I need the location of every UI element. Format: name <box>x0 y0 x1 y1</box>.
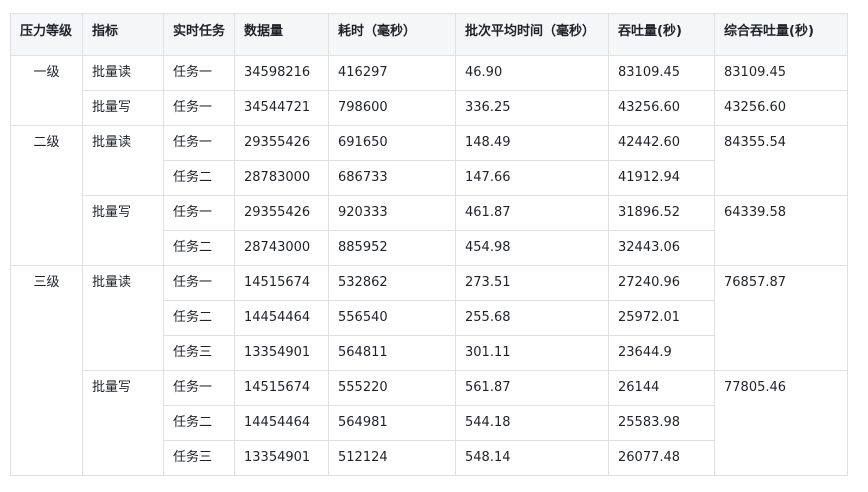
throughput-cell: 27240.96 <box>608 265 715 301</box>
data-size-cell: 28743000 <box>234 230 329 266</box>
throughput-cell: 41912.94 <box>608 160 715 196</box>
data-size-cell: 29355426 <box>234 195 329 231</box>
elapsed-cell: 691650 <box>328 125 456 161</box>
task-cell: 任务一 <box>163 370 235 406</box>
elapsed-cell: 885952 <box>328 230 456 266</box>
avg-time-cell: 273.51 <box>455 265 609 301</box>
elapsed-cell: 556540 <box>328 300 456 336</box>
combined-throughput-cell: 76857.87 <box>714 265 848 371</box>
table-row: 二级 批量读 任务一 29355426 691650 148.49 42442.… <box>10 125 848 266</box>
header-data-size: 数据量 <box>234 13 329 56</box>
task-cell: 任务一 <box>163 195 235 231</box>
data-size-cell: 13354901 <box>234 440 329 476</box>
task-cell: 任务二 <box>163 300 235 336</box>
throughput-cell: 43256.60 <box>608 90 715 126</box>
header-combined-throughput: 综合吞吐量(秒) <box>714 13 848 56</box>
metric-cell: 批量读 <box>82 55 164 91</box>
task-cell: 任务二 <box>163 160 235 196</box>
throughput-cell: 25972.01 <box>608 300 715 336</box>
avg-time-cell: 548.14 <box>455 440 609 476</box>
data-size-cell: 14515674 <box>234 265 329 301</box>
elapsed-cell: 564981 <box>328 405 456 441</box>
elapsed-cell: 512124 <box>328 440 456 476</box>
level-cell: 三级 <box>10 265 83 476</box>
avg-time-cell: 336.25 <box>455 90 609 126</box>
elapsed-cell: 555220 <box>328 370 456 406</box>
metric-cell: 批量读 <box>82 265 164 371</box>
avg-time-cell: 454.98 <box>455 230 609 266</box>
data-size-cell: 14515674 <box>234 370 329 406</box>
task-cell: 任务一 <box>163 55 235 91</box>
elapsed-cell: 532862 <box>328 265 456 301</box>
metric-cell: 批量写 <box>82 90 164 126</box>
table-row: 一级 批量读 任务一 34598216 416297 46.90 83109.4… <box>10 55 848 126</box>
throughput-cell: 23644.9 <box>608 335 715 371</box>
throughput-cell: 83109.45 <box>608 55 715 91</box>
data-size-cell: 29355426 <box>234 125 329 161</box>
table-row: 批量写 任务一 29355426 920333 461.87 31896.52 … <box>11 195 848 266</box>
data-size-cell: 28783000 <box>234 160 329 196</box>
combined-throughput-cell: 77805.46 <box>714 370 848 476</box>
task-cell: 任务一 <box>163 90 235 126</box>
data-size-cell: 34598216 <box>234 55 329 91</box>
avg-time-cell: 561.87 <box>455 370 609 406</box>
metric-cell: 批量读 <box>82 125 164 196</box>
task-cell: 任务三 <box>163 440 235 476</box>
header-metric: 指标 <box>82 13 164 56</box>
table-row: 批量写 任务一 34544721 798600 336.25 43256.60 … <box>11 90 848 126</box>
elapsed-cell: 920333 <box>328 195 456 231</box>
header-throughput: 吞吐量(秒) <box>608 13 715 56</box>
data-size-cell: 13354901 <box>234 335 329 371</box>
metric-cell: 批量写 <box>82 195 164 266</box>
elapsed-cell: 798600 <box>328 90 456 126</box>
task-cell: 任务三 <box>163 335 235 371</box>
level-cell: 二级 <box>10 125 83 266</box>
elapsed-cell: 416297 <box>328 55 456 91</box>
avg-time-cell: 147.66 <box>455 160 609 196</box>
table-row: 批量写 任务一 14515674 555220 561.87 26144 778… <box>11 370 848 476</box>
avg-time-cell: 301.11 <box>455 335 609 371</box>
combined-throughput-cell: 84355.54 <box>714 125 848 196</box>
table-container: 压力等级 指标 实时任务 数据量 耗时（毫秒） 批次平均时间（毫秒） 吞吐量(秒… <box>10 13 848 476</box>
metric-cell: 批量写 <box>82 370 164 476</box>
data-size-cell: 34544721 <box>234 90 329 126</box>
throughput-cell: 26144 <box>608 370 715 406</box>
avg-time-cell: 461.87 <box>455 195 609 231</box>
elapsed-cell: 564811 <box>328 335 456 371</box>
task-cell: 任务一 <box>163 265 235 301</box>
throughput-cell: 42442.60 <box>608 125 715 161</box>
combined-throughput-cell: 64339.58 <box>714 195 848 266</box>
avg-time-cell: 544.18 <box>455 405 609 441</box>
level-cell: 一级 <box>10 55 83 126</box>
table-row: 三级 批量读 任务一 14515674 532862 273.51 27240.… <box>10 265 848 476</box>
avg-time-cell: 255.68 <box>455 300 609 336</box>
header-row: 压力等级 指标 实时任务 数据量 耗时（毫秒） 批次平均时间（毫秒） 吞吐量(秒… <box>10 13 848 56</box>
task-cell: 任务二 <box>163 230 235 266</box>
throughput-cell: 26077.48 <box>608 440 715 476</box>
throughput-cell: 32443.06 <box>608 230 715 266</box>
pressure-test-table: 压力等级 指标 实时任务 数据量 耗时（毫秒） 批次平均时间（毫秒） 吞吐量(秒… <box>10 13 848 476</box>
throughput-cell: 31896.52 <box>608 195 715 231</box>
data-size-cell: 14454464 <box>234 405 329 441</box>
avg-time-cell: 46.90 <box>455 55 609 91</box>
header-elapsed-ms: 耗时（毫秒） <box>328 13 456 56</box>
data-size-cell: 14454464 <box>234 300 329 336</box>
combined-throughput-cell: 83109.45 <box>714 55 848 91</box>
avg-time-cell: 148.49 <box>455 125 609 161</box>
header-realtime-task: 实时任务 <box>163 13 235 56</box>
task-cell: 任务一 <box>163 125 235 161</box>
throughput-cell: 25583.98 <box>608 405 715 441</box>
elapsed-cell: 686733 <box>328 160 456 196</box>
header-pressure-level: 压力等级 <box>10 13 83 56</box>
task-cell: 任务二 <box>163 405 235 441</box>
header-batch-avg-time: 批次平均时间（毫秒） <box>455 13 609 56</box>
combined-throughput-cell: 43256.60 <box>714 90 848 126</box>
